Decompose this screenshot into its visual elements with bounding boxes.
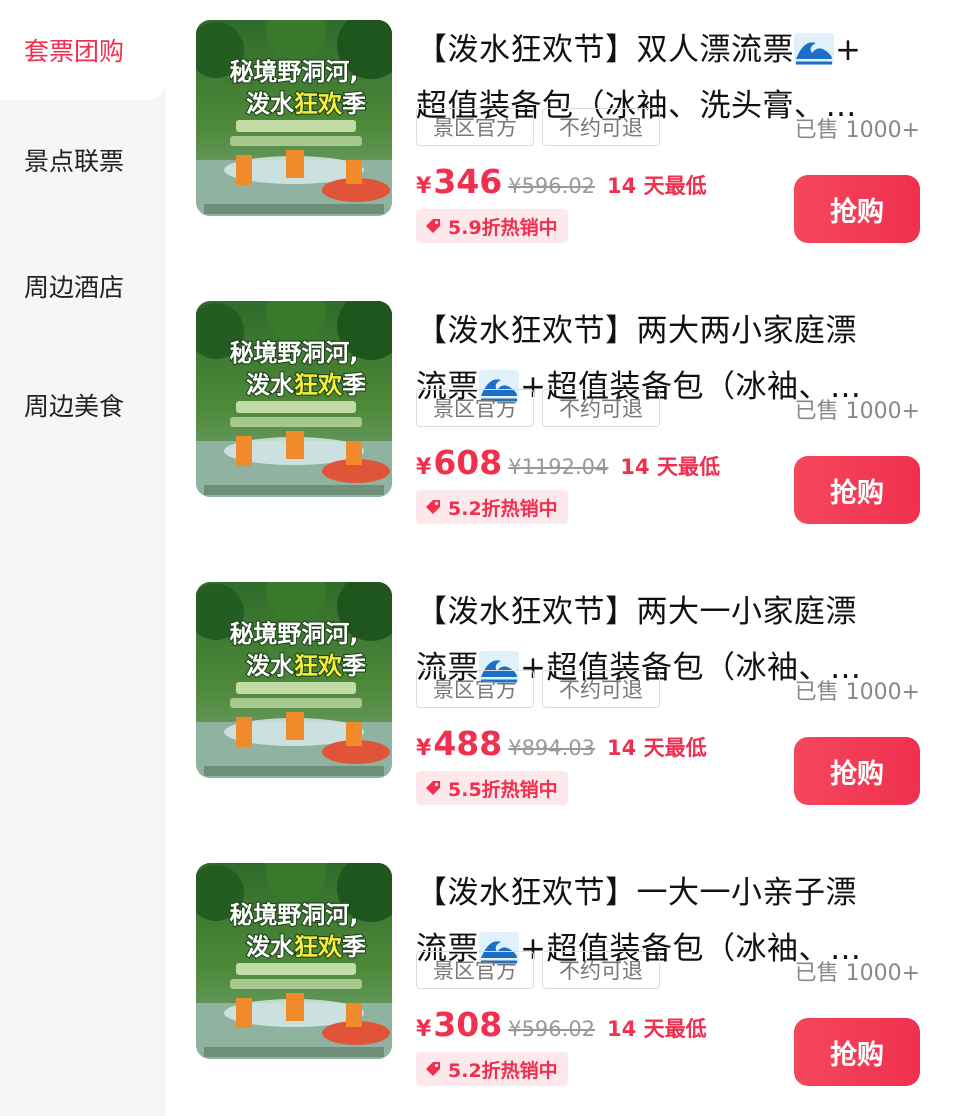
current-price: 608 xyxy=(433,443,503,482)
sidebar-item-combo-tickets[interactable]: 景点联票 xyxy=(0,110,166,210)
product-thumbnail[interactable]: 秘境野洞河, 泼水狂欢季 xyxy=(196,301,392,497)
discount-label: 5.2折热销中 xyxy=(448,1059,558,1082)
sold-count: 已售 1000+ xyxy=(794,961,920,986)
buy-now-button[interactable]: 抢购 xyxy=(794,456,920,524)
lowest-in-14-days-label: 14 天最低 xyxy=(607,736,707,760)
sold-count: 已售 1000+ xyxy=(794,680,920,705)
discount-label: 5.5折热销中 xyxy=(448,778,558,801)
sidebar-item-package-tickets[interactable]: 套票团购 xyxy=(0,0,166,100)
official-scenic-tag: 景区官方 xyxy=(416,108,534,146)
discount-badge: 5.2折热销中 xyxy=(416,1052,568,1086)
thumbnail-caption: 泼水 xyxy=(246,933,295,961)
lowest-in-14-days-label: 14 天最低 xyxy=(607,1017,707,1041)
official-scenic-tag: 景区官方 xyxy=(416,670,534,708)
product-title-text: + xyxy=(835,32,862,68)
refundable-tag: 不约可退 xyxy=(542,670,660,708)
buy-now-button[interactable]: 抢购 xyxy=(794,175,920,243)
discount-label: 5.2折热销中 xyxy=(448,497,558,520)
wave-emoji-icon xyxy=(794,33,834,65)
product-thumbnail[interactable]: 秘境野洞河, 泼水狂欢季 xyxy=(196,20,392,216)
original-price: ¥596.02 xyxy=(508,174,596,198)
thumbnail-caption: 秘境野洞河, xyxy=(229,620,358,648)
buy-now-button[interactable]: 抢购 xyxy=(794,1018,920,1086)
lowest-in-14-days-label: 14 天最低 xyxy=(607,174,707,198)
currency-symbol: ¥ xyxy=(416,455,432,480)
thumbnail-caption: 秘境野洞河, xyxy=(229,901,358,929)
price-tag-icon xyxy=(426,1062,440,1076)
product-title-text: 【泼水狂欢节】两大一小家庭漂 xyxy=(416,594,857,630)
thumbnail-caption: 季 xyxy=(342,652,366,680)
discount-label: 5.9折热销中 xyxy=(448,216,558,239)
currency-symbol: ¥ xyxy=(416,736,432,761)
category-sidebar: 套票团购 景点联票 周边酒店 周边美食 xyxy=(0,0,166,1116)
lowest-in-14-days-label: 14 天最低 xyxy=(620,455,720,479)
rafting-photo: 秘境野洞河, 泼水狂欢季 xyxy=(196,863,392,1059)
original-price: ¥1192.04 xyxy=(508,455,609,479)
svg-text:泼水狂欢季: 泼水狂欢季 xyxy=(246,371,366,399)
original-price: ¥596.02 xyxy=(508,1017,596,1041)
refundable-tag: 不约可退 xyxy=(542,389,660,427)
thumbnail-caption: 狂欢 xyxy=(294,652,343,680)
thumbnail-caption: 秘境野洞河, xyxy=(229,58,358,86)
rafting-photo: 秘境野洞河, 泼水狂欢季 xyxy=(196,582,392,778)
product-card[interactable]: 秘境野洞河, 泼水狂欢季 【泼水狂欢节】一大一小亲子漂 流票 +超值装备包（冰袖、… xyxy=(166,843,960,1116)
thumbnail-caption: 狂欢 xyxy=(294,371,343,399)
product-title-text: 【泼水狂欢节】一大一小亲子漂 xyxy=(416,875,857,911)
thumbnail-caption: 秘境野洞河, xyxy=(229,339,358,367)
original-price: ¥894.03 xyxy=(508,736,596,760)
currency-symbol: ¥ xyxy=(416,1017,432,1042)
discount-badge: 5.5折热销中 xyxy=(416,771,568,805)
thumbnail-caption: 季 xyxy=(342,90,366,118)
price-tag-icon xyxy=(426,500,440,514)
discount-badge: 5.2折热销中 xyxy=(416,490,568,524)
price-row: ¥ 488 ¥894.03 14 天最低 xyxy=(416,724,707,770)
discount-badge: 5.9折热销中 xyxy=(416,209,568,243)
product-card[interactable]: 秘境野洞河, 泼水狂欢季 【泼水狂欢节】两大两小家庭漂 流票 +超值装备包（冰袖、… xyxy=(166,281,960,562)
price-row: ¥ 308 ¥596.02 14 天最低 xyxy=(416,1005,707,1051)
current-price: 488 xyxy=(433,724,503,763)
product-card[interactable]: 秘境野洞河, 泼水狂欢季 【泼水狂欢节】双人漂流票 + 超值装备包（冰袖、洗头膏、… xyxy=(166,0,960,281)
refundable-tag: 不约可退 xyxy=(542,108,660,146)
price-row: ¥ 346 ¥596.02 14 天最低 xyxy=(416,162,707,208)
thumbnail-caption: 季 xyxy=(342,371,366,399)
svg-text:泼水狂欢季: 泼水狂欢季 xyxy=(246,933,366,961)
thumbnail-caption: 泼水 xyxy=(246,371,295,399)
product-title-text: 【泼水狂欢节】双人漂流票 xyxy=(416,32,794,68)
thumbnail-caption: 季 xyxy=(342,933,366,961)
svg-text:泼水狂欢季: 泼水狂欢季 xyxy=(246,652,366,680)
product-title-text: 【泼水狂欢节】两大两小家庭漂 xyxy=(416,313,857,349)
thumbnail-caption: 泼水 xyxy=(246,652,295,680)
currency-symbol: ¥ xyxy=(416,174,432,199)
price-tag-icon xyxy=(426,219,440,233)
thumbnail-caption: 狂欢 xyxy=(294,90,343,118)
svg-text:泼水狂欢季: 泼水狂欢季 xyxy=(246,90,366,118)
rafting-photo: 秘境野洞河, 泼水狂欢季 xyxy=(196,301,392,497)
sidebar-item-nearby-food[interactable]: 周边美食 xyxy=(0,355,166,455)
thumbnail-caption: 泼水 xyxy=(246,90,295,118)
current-price: 308 xyxy=(433,1005,503,1044)
current-price: 346 xyxy=(433,162,503,201)
official-scenic-tag: 景区官方 xyxy=(416,951,534,989)
buy-now-button[interactable]: 抢购 xyxy=(794,737,920,805)
sold-count: 已售 1000+ xyxy=(794,118,920,143)
sidebar-item-nearby-hotels[interactable]: 周边酒店 xyxy=(0,236,166,336)
rafting-photo: 秘境野洞河, 泼水狂欢季 xyxy=(196,20,392,216)
price-tag-icon xyxy=(426,781,440,795)
sold-count: 已售 1000+ xyxy=(794,399,920,424)
product-thumbnail[interactable]: 秘境野洞河, 泼水狂欢季 xyxy=(196,582,392,778)
price-row: ¥ 608 ¥1192.04 14 天最低 xyxy=(416,443,720,489)
product-thumbnail[interactable]: 秘境野洞河, 泼水狂欢季 xyxy=(196,863,392,1059)
official-scenic-tag: 景区官方 xyxy=(416,389,534,427)
refundable-tag: 不约可退 xyxy=(542,951,660,989)
thumbnail-caption: 狂欢 xyxy=(294,933,343,961)
product-card[interactable]: 秘境野洞河, 泼水狂欢季 【泼水狂欢节】两大一小家庭漂 流票 +超值装备包（冰袖、… xyxy=(166,562,960,843)
